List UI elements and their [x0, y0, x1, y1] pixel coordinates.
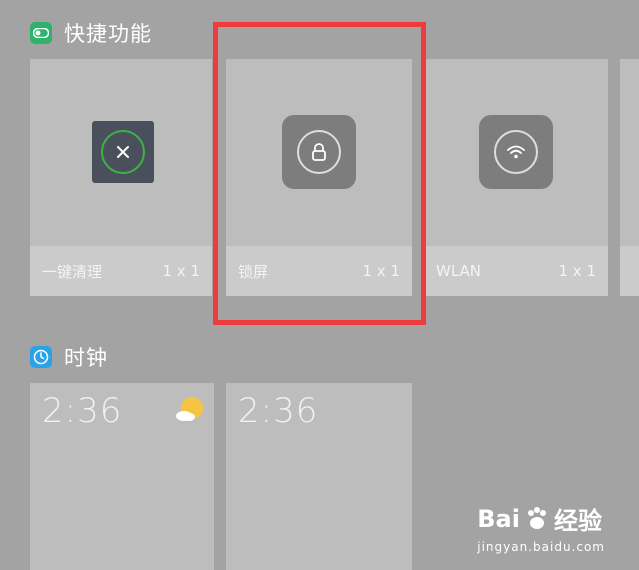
- widget-tile-wlan[interactable]: WLAN 1 x 1: [424, 59, 608, 296]
- clean-button-icon: [92, 121, 154, 183]
- lock-square: [282, 115, 356, 189]
- toggle-icon: [30, 22, 52, 44]
- tile-label-bar: WLAN 1 x 1: [424, 246, 608, 296]
- tile-size: 1 x 1: [558, 262, 597, 280]
- close-icon: [117, 146, 129, 158]
- watermark: Bai 经验 jingyan.baidu.com: [477, 501, 605, 555]
- tile-label: 一键清理: [42, 262, 103, 281]
- wifi-square: [479, 115, 553, 189]
- widget-tile-one-key-clean[interactable]: 一键清理 1 x 1: [30, 59, 212, 296]
- watermark-brand-right: 经验: [553, 507, 602, 535]
- clock-icon: [30, 346, 52, 368]
- section-title-quick: 快捷功能: [64, 22, 152, 46]
- wifi-icon: [507, 145, 525, 159]
- tile-label-bar: 锁屏 1 x 1: [226, 246, 412, 296]
- section-header-quick: 快捷功能: [30, 18, 152, 48]
- paw-icon: [524, 506, 550, 532]
- watermark-brand: Bai 经验: [477, 501, 605, 536]
- section-title-clock: 时钟: [64, 346, 108, 370]
- tile-label: 锁屏: [238, 262, 269, 281]
- widget-tile-clock-weather[interactable]: 2:36: [30, 383, 214, 570]
- watermark-url: jingyan.baidu.com: [477, 540, 605, 554]
- tile-label-bar: 一键清理 1 x 1: [30, 246, 212, 296]
- tile-size: 1 x 1: [362, 262, 401, 280]
- tile-label-bar: [620, 246, 639, 296]
- lock-icon: [312, 143, 326, 161]
- watermark-brand-left: Bai: [477, 504, 520, 533]
- widget-tile-lock-screen[interactable]: 锁屏 1 x 1: [226, 59, 412, 296]
- widget-tile-partial[interactable]: [620, 59, 639, 296]
- tile-label: WLAN: [436, 262, 482, 280]
- clock-time: 2:36: [42, 391, 123, 431]
- weather-sun-cloud-icon: [176, 397, 203, 421]
- clock-time: 2:36: [238, 391, 319, 431]
- section-header-clock: 时钟: [30, 342, 108, 372]
- widget-tile-clock[interactable]: 2:36: [226, 383, 412, 570]
- tile-size: 1 x 1: [162, 262, 201, 280]
